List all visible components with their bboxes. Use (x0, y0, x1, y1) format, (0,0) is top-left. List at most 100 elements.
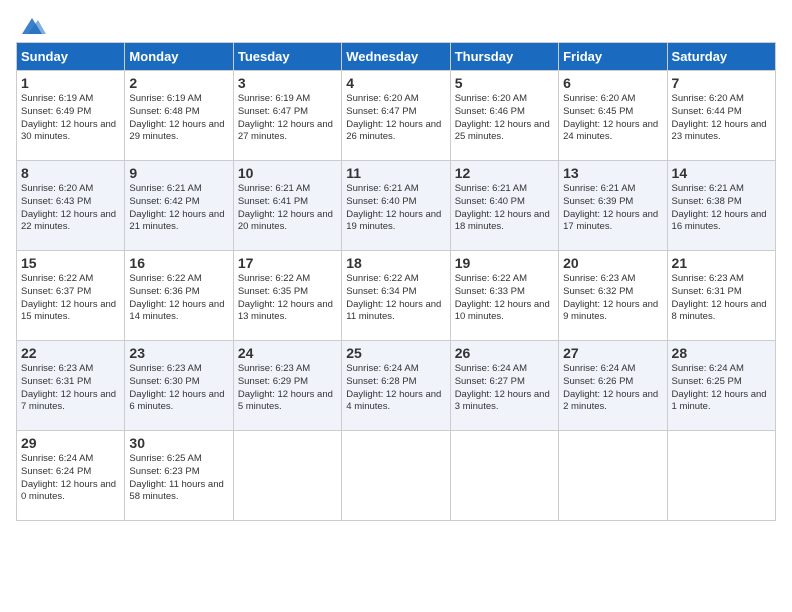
empty-cell (342, 431, 450, 521)
day-info: Sunrise: 6:20 AMSunset: 6:47 PMDaylight:… (346, 93, 445, 144)
day-number: 7 (672, 75, 771, 91)
logo-icon (18, 16, 46, 36)
day-info: Sunrise: 6:20 AMSunset: 6:43 PMDaylight:… (21, 183, 120, 234)
col-header-sunday: Sunday (17, 43, 125, 71)
col-header-saturday: Saturday (667, 43, 775, 71)
day-info: Sunrise: 6:24 AMSunset: 6:24 PMDaylight:… (21, 453, 120, 504)
day-info: Sunrise: 6:22 AMSunset: 6:33 PMDaylight:… (455, 273, 554, 324)
day-number: 2 (129, 75, 228, 91)
day-cell-6: 6 Sunrise: 6:20 AMSunset: 6:45 PMDaylight… (559, 71, 667, 161)
day-number: 3 (238, 75, 337, 91)
col-header-monday: Monday (125, 43, 233, 71)
day-info: Sunrise: 6:20 AMSunset: 6:46 PMDaylight:… (455, 93, 554, 144)
day-number: 21 (672, 255, 771, 271)
col-header-wednesday: Wednesday (342, 43, 450, 71)
day-number: 13 (563, 165, 662, 181)
day-cell-18: 18Sunrise: 6:22 AMSunset: 6:34 PMDayligh… (342, 251, 450, 341)
day-number: 4 (346, 75, 445, 91)
day-cell-7: 7Sunrise: 6:20 AMSunset: 6:44 PMDaylight… (667, 71, 775, 161)
day-info: Sunrise: 6:21 AMSunset: 6:42 PMDaylight:… (129, 183, 228, 234)
day-cell-23: 23 Sunrise: 6:23 AMSunset: 6:30 PMDayligh… (125, 341, 233, 431)
day-info: Sunrise: 6:22 AMSunset: 6:37 PMDaylight:… (21, 273, 120, 324)
day-number: 6 (563, 75, 662, 91)
day-cell-10: 10 Sunrise: 6:21 AMSunset: 6:41 PMDayligh… (233, 161, 341, 251)
day-info: Sunrise: 6:24 AMSunset: 6:25 PMDaylight:… (672, 363, 771, 414)
day-number: 23 (129, 345, 228, 361)
day-info: Sunrise: 6:22 AMSunset: 6:36 PMDaylight:… (129, 273, 228, 324)
day-cell-21: 21 Sunrise: 6:23 AMSunset: 6:31 PMDayligh… (667, 251, 775, 341)
day-number: 22 (21, 345, 120, 361)
day-number: 12 (455, 165, 554, 181)
day-info: Sunrise: 6:19 AMSunset: 6:47 PMDaylight:… (238, 93, 337, 144)
day-info: Sunrise: 6:19 AMSunset: 6:48 PMDaylight:… (129, 93, 228, 144)
day-number: 27 (563, 345, 662, 361)
day-info: Sunrise: 6:23 AMSunset: 6:29 PMDaylight:… (238, 363, 337, 414)
empty-cell (233, 431, 341, 521)
day-number: 19 (455, 255, 554, 271)
day-number: 5 (455, 75, 554, 91)
day-info: Sunrise: 6:19 AMSunset: 6:49 PMDaylight:… (21, 93, 120, 144)
day-info: Sunrise: 6:21 AMSunset: 6:41 PMDaylight:… (238, 183, 337, 234)
day-info: Sunrise: 6:24 AMSunset: 6:26 PMDaylight:… (563, 363, 662, 414)
day-number: 30 (129, 435, 228, 451)
day-cell-13: 13 Sunrise: 6:21 AMSunset: 6:39 PMDayligh… (559, 161, 667, 251)
col-header-friday: Friday (559, 43, 667, 71)
day-cell-25: 25 Sunrise: 6:24 AMSunset: 6:28 PMDayligh… (342, 341, 450, 431)
day-info: Sunrise: 6:23 AMSunset: 6:30 PMDaylight:… (129, 363, 228, 414)
empty-cell (450, 431, 558, 521)
calendar-table: SundayMondayTuesdayWednesdayThursdayFrid… (16, 42, 776, 521)
day-number: 28 (672, 345, 771, 361)
day-info: Sunrise: 6:23 AMSunset: 6:31 PMDaylight:… (672, 273, 771, 324)
day-cell-29: 29 Sunrise: 6:24 AMSunset: 6:24 PMDayligh… (17, 431, 125, 521)
day-info: Sunrise: 6:25 AMSunset: 6:23 PMDaylight:… (129, 453, 228, 504)
day-cell-16: 16 Sunrise: 6:22 AMSunset: 6:36 PMDayligh… (125, 251, 233, 341)
day-cell-15: 15 Sunrise: 6:22 AMSunset: 6:37 PMDayligh… (17, 251, 125, 341)
day-info: Sunrise: 6:20 AMSunset: 6:45 PMDaylight:… (563, 93, 662, 144)
day-number: 9 (129, 165, 228, 181)
day-number: 17 (238, 255, 337, 271)
day-number: 16 (129, 255, 228, 271)
day-cell-28: 28 Sunrise: 6:24 AMSunset: 6:25 PMDayligh… (667, 341, 775, 431)
day-number: 25 (346, 345, 445, 361)
day-number: 26 (455, 345, 554, 361)
day-cell-1: 1Sunrise: 6:19 AMSunset: 6:49 PMDaylight… (17, 71, 125, 161)
day-cell-27: 27 Sunrise: 6:24 AMSunset: 6:26 PMDayligh… (559, 341, 667, 431)
day-cell-12: 12 Sunrise: 6:21 AMSunset: 6:40 PMDayligh… (450, 161, 558, 251)
day-cell-11: 11 Sunrise: 6:21 AMSunset: 6:40 PMDayligh… (342, 161, 450, 251)
day-cell-24: 24 Sunrise: 6:23 AMSunset: 6:29 PMDayligh… (233, 341, 341, 431)
day-info: Sunrise: 6:24 AMSunset: 6:28 PMDaylight:… (346, 363, 445, 414)
day-cell-5: 5 Sunrise: 6:20 AMSunset: 6:46 PMDaylight… (450, 71, 558, 161)
day-info: Sunrise: 6:24 AMSunset: 6:27 PMDaylight:… (455, 363, 554, 414)
day-cell-26: 26 Sunrise: 6:24 AMSunset: 6:27 PMDayligh… (450, 341, 558, 431)
day-cell-20: 20Sunrise: 6:23 AMSunset: 6:32 PMDayligh… (559, 251, 667, 341)
day-number: 29 (21, 435, 120, 451)
day-cell-30: 30 Sunrise: 6:25 AMSunset: 6:23 PMDayligh… (125, 431, 233, 521)
day-info: Sunrise: 6:21 AMSunset: 6:40 PMDaylight:… (455, 183, 554, 234)
day-info: Sunrise: 6:21 AMSunset: 6:39 PMDaylight:… (563, 183, 662, 234)
day-cell-3: 3 Sunrise: 6:19 AMSunset: 6:47 PMDaylight… (233, 71, 341, 161)
day-number: 11 (346, 165, 445, 181)
day-number: 15 (21, 255, 120, 271)
day-number: 14 (672, 165, 771, 181)
day-cell-22: 22 Sunrise: 6:23 AMSunset: 6:31 PMDayligh… (17, 341, 125, 431)
col-header-thursday: Thursday (450, 43, 558, 71)
day-info: Sunrise: 6:22 AMSunset: 6:35 PMDaylight:… (238, 273, 337, 324)
day-cell-2: 2 Sunrise: 6:19 AMSunset: 6:48 PMDaylight… (125, 71, 233, 161)
day-info: Sunrise: 6:21 AMSunset: 6:38 PMDaylight:… (672, 183, 771, 234)
day-info: Sunrise: 6:23 AMSunset: 6:31 PMDaylight:… (21, 363, 120, 414)
day-info: Sunrise: 6:21 AMSunset: 6:40 PMDaylight:… (346, 183, 445, 234)
day-number: 18 (346, 255, 445, 271)
day-cell-8: 8 Sunrise: 6:20 AMSunset: 6:43 PMDaylight… (17, 161, 125, 251)
day-cell-9: 9 Sunrise: 6:21 AMSunset: 6:42 PMDaylight… (125, 161, 233, 251)
day-cell-14: 14 Sunrise: 6:21 AMSunset: 6:38 PMDayligh… (667, 161, 775, 251)
day-info: Sunrise: 6:23 AMSunset: 6:32 PMDaylight:… (563, 273, 662, 324)
col-header-tuesday: Tuesday (233, 43, 341, 71)
empty-cell (667, 431, 775, 521)
page-header (16, 16, 776, 32)
day-cell-4: 4 Sunrise: 6:20 AMSunset: 6:47 PMDaylight… (342, 71, 450, 161)
day-cell-19: 19 Sunrise: 6:22 AMSunset: 6:33 PMDayligh… (450, 251, 558, 341)
day-number: 10 (238, 165, 337, 181)
day-number: 8 (21, 165, 120, 181)
day-number: 24 (238, 345, 337, 361)
day-cell-17: 17 Sunrise: 6:22 AMSunset: 6:35 PMDayligh… (233, 251, 341, 341)
